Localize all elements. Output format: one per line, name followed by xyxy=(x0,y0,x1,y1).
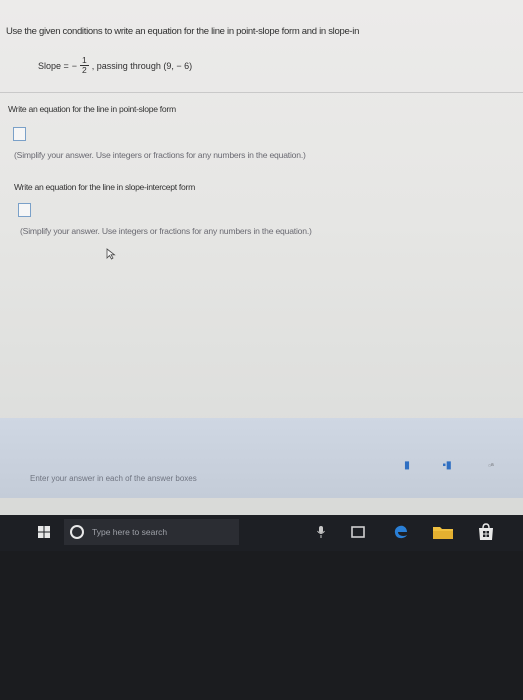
slope-denominator: 2 xyxy=(82,65,87,75)
edge-browser-icon[interactable] xyxy=(392,522,410,542)
mixed-number-icon: ▪▮ xyxy=(442,459,452,471)
answer-footer-bar: ▮ ▪▮ ▫ᵃ Enter your answer in each of the… xyxy=(0,418,523,498)
point-slope-hint: (Simplify your answer. Use integers or f… xyxy=(14,150,306,160)
exponent-tool-button[interactable]: ▫ᵃ xyxy=(482,456,500,474)
passing-through-text: , passing through (9, − 6) xyxy=(91,60,193,71)
mixed-number-tool-button[interactable]: ▪▮ xyxy=(438,456,456,474)
task-view-icon[interactable] xyxy=(350,525,366,539)
exponent-icon: ▫ᵃ xyxy=(488,460,494,470)
given-conditions: Slope = − 1 2 , passing through (9, − 6) xyxy=(38,56,192,75)
question-instruction: Use the given conditions to write an equ… xyxy=(6,26,360,37)
slope-fraction: 1 2 xyxy=(80,56,89,75)
fraction-icon: ▮ xyxy=(404,459,410,471)
mouse-cursor-icon xyxy=(106,248,116,260)
store-icon[interactable] xyxy=(476,522,496,542)
file-explorer-icon[interactable] xyxy=(432,523,454,541)
windows-start-icon[interactable] xyxy=(38,526,50,538)
slope-sign: − xyxy=(71,60,78,71)
slope-intercept-answer-box[interactable] xyxy=(18,203,31,217)
slope-intercept-prompt: Write an equation for the line in slope-… xyxy=(14,182,195,192)
cortana-circle-icon xyxy=(70,525,84,539)
point-slope-prompt: Write an equation for the line in point-… xyxy=(8,104,176,114)
browser-screen: Use the given conditions to write an equ… xyxy=(0,0,523,545)
microphone-icon[interactable] xyxy=(316,525,326,539)
fraction-tool-button[interactable]: ▮ xyxy=(398,456,416,474)
question-header: Use the given conditions to write an equ… xyxy=(0,22,523,93)
windows-taskbar: Type here to search xyxy=(0,515,523,551)
point-slope-answer-box[interactable] xyxy=(13,127,26,141)
slope-label: Slope = xyxy=(38,60,69,71)
slope-intercept-hint: (Simplify your answer. Use integers or f… xyxy=(20,226,312,236)
search-placeholder: Type here to search xyxy=(92,527,168,537)
taskbar-search-box[interactable]: Type here to search xyxy=(64,519,239,545)
footer-instruction: Enter your answer in each of the answer … xyxy=(30,474,197,483)
